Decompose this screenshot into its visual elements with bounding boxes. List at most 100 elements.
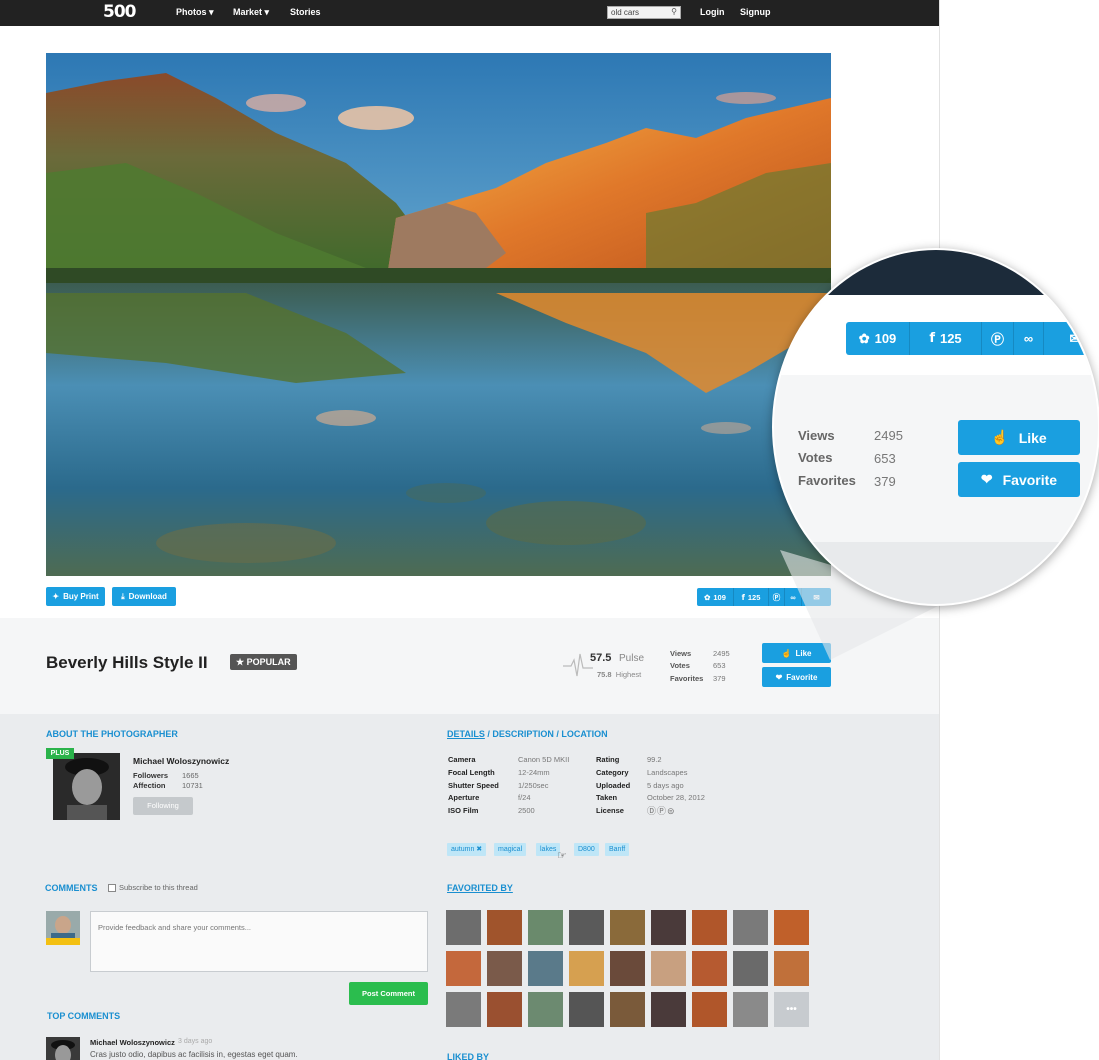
zoom-votes-label: Votes bbox=[798, 450, 833, 465]
favoriter-avatar[interactable] bbox=[528, 951, 563, 986]
zoom-votes-value: 653 bbox=[874, 451, 896, 466]
favorite-button[interactable]: ❤ Favorite bbox=[762, 667, 831, 687]
followers-label: Followers bbox=[133, 771, 169, 780]
tag-chip[interactable]: magical bbox=[494, 843, 527, 856]
favoriter-avatar[interactable] bbox=[733, 951, 768, 986]
magnified-stats-callout: ✿ 109 f 125 Ⓟ ∞ ✉ Views 2495 Votes 653 F… bbox=[772, 248, 1099, 606]
zoom-like-button[interactable]: ☝ Like bbox=[958, 420, 1080, 455]
favoriter-avatar[interactable] bbox=[651, 910, 686, 945]
favoriter-avatar[interactable] bbox=[446, 951, 481, 986]
favoriter-avatar[interactable] bbox=[446, 992, 481, 1027]
signup-link[interactable]: Signup bbox=[740, 7, 771, 17]
favoriter-avatar[interactable] bbox=[528, 910, 563, 945]
checkbox-icon[interactable] bbox=[108, 883, 116, 892]
post-comment-button[interactable]: Post Comment bbox=[349, 982, 428, 1005]
favoriter-avatar[interactable] bbox=[610, 992, 645, 1027]
zoom-views-label: Views bbox=[798, 428, 835, 443]
favoriter-avatar[interactable] bbox=[774, 910, 809, 945]
detail-label: Focal Length bbox=[448, 768, 495, 777]
detail-value: Canon 5D MKII bbox=[518, 755, 570, 764]
zoom-stumbleupon-button[interactable]: ∞ bbox=[1014, 322, 1044, 355]
facebook-share-button[interactable]: f 125 bbox=[734, 588, 769, 606]
favoriter-avatar[interactable] bbox=[692, 910, 727, 945]
license-icons[interactable]: ⒹⓅ⊜ bbox=[647, 804, 676, 817]
search-icon[interactable]: ⚲ bbox=[671, 7, 677, 16]
details-tab[interactable]: DETAILS bbox=[447, 729, 485, 739]
detail-value: Landscapes bbox=[647, 768, 688, 777]
browser-frame: 500 Photos ▾ Market ▾ Stories old cars ⚲… bbox=[0, 0, 940, 1060]
highest-label: Highest bbox=[615, 670, 642, 679]
detail-value: 99.2 bbox=[647, 755, 662, 764]
site-logo[interactable]: 500 bbox=[103, 2, 136, 22]
nav-photos[interactable]: Photos ▾ bbox=[176, 7, 214, 18]
tag-chip[interactable]: Banff bbox=[605, 843, 630, 856]
like-label: Like bbox=[795, 648, 812, 658]
favoriter-avatar[interactable] bbox=[733, 910, 768, 945]
about-photographer-heading: ABOUT THE PHOTOGRAPHER bbox=[46, 729, 178, 739]
detail-label: Taken bbox=[596, 793, 618, 802]
tag-chip[interactable]: autumn ✖ bbox=[447, 843, 487, 856]
zoom-pinterest-button[interactable]: Ⓟ bbox=[982, 322, 1014, 355]
popular-badge: ★ POPULAR bbox=[230, 654, 297, 670]
search-input[interactable]: old cars ⚲ bbox=[607, 6, 681, 19]
heart-icon: ❤ bbox=[980, 471, 993, 487]
zoom-facebook-button[interactable]: f 125 bbox=[910, 322, 982, 355]
twitter-share-button[interactable]: ✿ 109 bbox=[697, 588, 734, 606]
download-label: Download bbox=[128, 592, 167, 601]
detail-value: f/24 bbox=[518, 793, 531, 802]
zoom-favorite-button[interactable]: ❤ Favorite bbox=[958, 462, 1080, 497]
plus-badge: PLUS bbox=[46, 748, 74, 759]
photographer-name[interactable]: Michael Woloszynowicz bbox=[133, 756, 229, 766]
pulse-icon bbox=[563, 653, 593, 677]
commenter-avatar[interactable] bbox=[46, 1037, 80, 1060]
user-avatar bbox=[46, 911, 80, 945]
views-label: Views bbox=[670, 649, 692, 658]
download-button[interactable]: ⤓ Download bbox=[112, 587, 176, 606]
following-button[interactable]: Following bbox=[133, 797, 193, 815]
nav-stories[interactable]: Stories bbox=[290, 7, 321, 17]
twitter-icon: ✿ bbox=[858, 330, 870, 346]
details-tab-rest[interactable]: / DESCRIPTION / LOCATION bbox=[485, 729, 607, 739]
zoom-email-button[interactable]: ✉ bbox=[1044, 322, 1098, 355]
favoriter-avatar[interactable] bbox=[610, 951, 645, 986]
subscribe-checkbox[interactable]: Subscribe to this thread bbox=[108, 883, 198, 892]
favorites-value: 379 bbox=[713, 674, 726, 683]
detail-label: Shutter Speed bbox=[448, 781, 499, 790]
more-favoriters-button[interactable]: ••• bbox=[774, 992, 809, 1027]
tag-chip[interactable]: D800 bbox=[574, 843, 599, 856]
favoriter-avatar[interactable] bbox=[651, 951, 686, 986]
detail-value: October 28, 2012 bbox=[647, 793, 705, 802]
like-button[interactable]: ☝ Like bbox=[762, 643, 831, 663]
commenter-name[interactable]: Michael Woloszynowicz bbox=[90, 1038, 175, 1047]
favorites-label: Favorites bbox=[670, 674, 704, 683]
views-value: 2495 bbox=[713, 649, 730, 658]
favoriter-avatar[interactable] bbox=[569, 951, 604, 986]
favoriter-avatar[interactable] bbox=[610, 910, 645, 945]
facebook-icon: f bbox=[929, 331, 935, 346]
affection-label: Affection bbox=[133, 781, 166, 790]
login-link[interactable]: Login bbox=[700, 7, 725, 17]
photographer-avatar[interactable] bbox=[53, 753, 120, 820]
favoriter-avatar[interactable] bbox=[528, 992, 563, 1027]
favoriter-avatar[interactable] bbox=[651, 992, 686, 1027]
favoriter-avatar[interactable] bbox=[487, 992, 522, 1027]
pulse-value: 57.5 bbox=[590, 652, 612, 664]
favoriter-avatar[interactable] bbox=[569, 992, 604, 1027]
favoriter-avatar[interactable] bbox=[487, 951, 522, 986]
buy-print-button[interactable]: ✦ Buy Print bbox=[46, 587, 105, 606]
zoom-favorite-label: Favorite bbox=[1002, 471, 1058, 488]
favoriter-avatar[interactable] bbox=[487, 910, 522, 945]
favoriter-avatar[interactable] bbox=[774, 951, 809, 986]
favoriter-avatar[interactable] bbox=[446, 910, 481, 945]
favoriter-avatar[interactable] bbox=[692, 951, 727, 986]
main-photo[interactable] bbox=[46, 53, 831, 576]
comment-textarea[interactable]: Provide feedback and share your comments… bbox=[90, 911, 428, 972]
nav-market[interactable]: Market ▾ bbox=[233, 7, 269, 18]
zoom-favorites-label: Favorites bbox=[798, 473, 856, 488]
details-heading: DETAILS / DESCRIPTION / LOCATION bbox=[447, 729, 608, 739]
zoom-twitter-button[interactable]: ✿ 109 bbox=[846, 322, 910, 355]
favoriter-avatar[interactable] bbox=[569, 910, 604, 945]
favoriter-avatar[interactable] bbox=[733, 992, 768, 1027]
favoriter-avatar[interactable] bbox=[692, 992, 727, 1027]
twitter-icon: ✿ bbox=[704, 592, 711, 602]
